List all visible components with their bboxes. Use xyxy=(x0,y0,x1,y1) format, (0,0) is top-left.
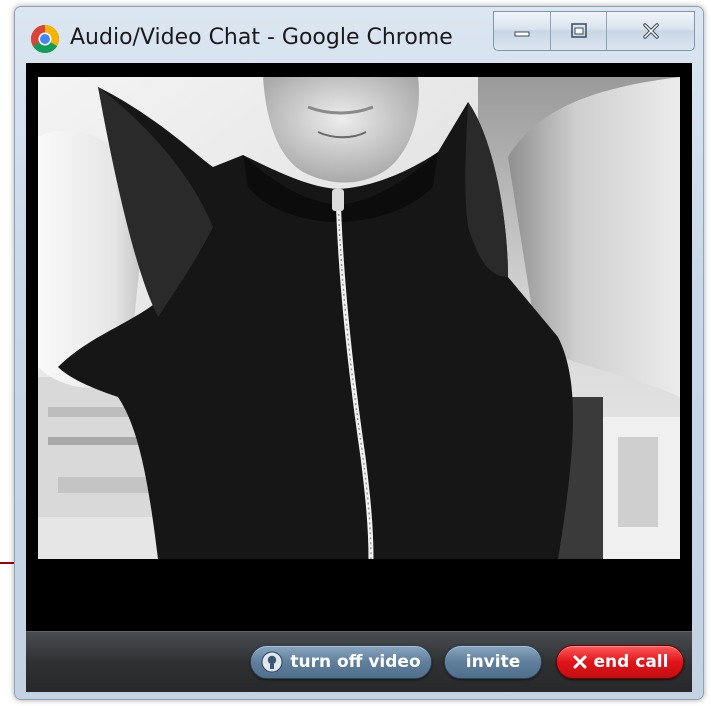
end-call-label: end call xyxy=(593,652,669,672)
window-controls xyxy=(493,11,695,51)
turn-off-video-label: turn off video xyxy=(290,652,421,672)
x-icon xyxy=(572,651,588,673)
webcam-video-feed xyxy=(38,77,680,559)
call-controls-bar: turn off video invite end call xyxy=(26,631,692,692)
chrome-window: Audio/Video Chat - Google Chrome turn of… xyxy=(14,6,704,700)
end-call-button[interactable]: end call xyxy=(556,645,684,679)
invite-label: invite xyxy=(465,652,521,672)
maximize-icon xyxy=(570,23,587,38)
invite-button[interactable]: invite xyxy=(444,645,542,679)
chrome-logo-icon xyxy=(31,25,59,53)
window-title: Audio/Video Chat - Google Chrome xyxy=(70,25,453,50)
minimize-icon xyxy=(514,31,530,37)
minimize-button[interactable] xyxy=(494,12,550,50)
webcam-image xyxy=(38,77,680,559)
video-area xyxy=(26,63,692,631)
close-icon xyxy=(642,23,659,39)
turn-off-video-button[interactable]: turn off video xyxy=(250,645,432,679)
close-button[interactable] xyxy=(606,12,694,50)
camera-icon xyxy=(261,651,283,673)
title-bar[interactable]: Audio/Video Chat - Google Chrome xyxy=(15,7,703,63)
maximize-button[interactable] xyxy=(550,12,606,50)
